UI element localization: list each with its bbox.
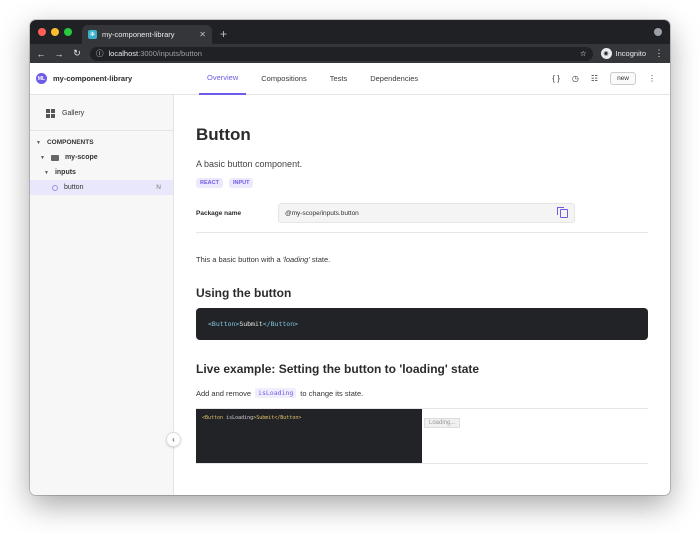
scope-icon xyxy=(50,154,59,161)
info-icon[interactable]: ⓘ xyxy=(96,48,104,59)
live-suffix: to change its state. xyxy=(300,388,364,398)
app-header: ML my-component-library Overview Composi… xyxy=(30,63,670,95)
browser-tabbar: ✻ my-component-library ✕ + xyxy=(30,20,670,44)
snippet-rest: >Submit</Button> xyxy=(253,415,302,421)
window-controls xyxy=(38,20,72,44)
code-block: <Button> Submit </Button> xyxy=(196,308,648,340)
snippet-attr: isLoading xyxy=(226,415,254,421)
caret-down-icon: ▼ xyxy=(36,139,41,146)
collapse-sidebar-button[interactable]: ‹ xyxy=(166,432,181,447)
gallery-icon xyxy=(46,109,55,118)
sidebar-item-gallery[interactable]: Gallery xyxy=(30,105,173,122)
sidebar-item-scope[interactable]: ▼ my-scope xyxy=(30,150,173,165)
tab-dependencies[interactable]: Dependencies xyxy=(362,63,426,95)
sidebar-section-label: COMPONENTS xyxy=(46,139,94,146)
close-window-button[interactable] xyxy=(38,28,46,36)
maximize-window-button[interactable] xyxy=(64,28,72,36)
browser-menu-icon[interactable]: ⋮ xyxy=(654,48,664,59)
label-react[interactable]: REACT xyxy=(196,178,223,188)
caret-down-icon: ▼ xyxy=(44,169,49,176)
tab-overview[interactable]: Overview xyxy=(199,63,247,95)
inline-code: isLoading xyxy=(255,388,297,398)
component-icon xyxy=(52,184,58,191)
code-open-tag: <Button> xyxy=(208,320,240,328)
forward-icon[interactable]: → xyxy=(54,49,64,59)
scope-avatar: ML xyxy=(36,73,47,84)
app-body: Gallery ▼ COMPONENTS ▼ my-scope ▼ inputs… xyxy=(30,95,670,495)
address-bar: ← → ↻ ⓘ localhost:3000/inputs/button ☆ ◉… xyxy=(30,44,670,63)
live-preview: Loading... xyxy=(422,409,648,463)
intro-emphasis: 'loading' xyxy=(282,255,310,264)
url-path: :3000/inputs/button xyxy=(138,49,202,58)
window-menu-icon[interactable] xyxy=(654,28,662,36)
intro-text: This a basic button with a 'loading' sta… xyxy=(196,255,648,264)
sidebar-item-label: my-scope xyxy=(64,154,98,161)
tab-close-icon[interactable]: ✕ xyxy=(199,30,206,39)
divider xyxy=(30,130,173,131)
top-nav: Overview Compositions Tests Dependencies xyxy=(199,63,433,95)
page-description: A basic button component. xyxy=(196,159,303,169)
new-tab-icon[interactable]: + xyxy=(220,27,227,41)
main-content: ‹ Button A basic button component. REACT… xyxy=(166,95,670,495)
history-icon[interactable]: ◷ xyxy=(572,74,579,83)
label-list: REACT INPUT xyxy=(196,178,648,188)
app-name[interactable]: my-component-library xyxy=(53,74,199,83)
package-label: Package name xyxy=(196,209,242,217)
page-title: Button xyxy=(196,125,251,144)
sidebar-item-button[interactable]: button N xyxy=(30,180,173,195)
bookmark-star-icon[interactable]: ☆ xyxy=(580,49,587,58)
url-input[interactable]: ⓘ localhost:3000/inputs/button ☆ xyxy=(90,46,593,61)
new-badge: N xyxy=(156,184,161,191)
browser-tab[interactable]: ✻ my-component-library ✕ xyxy=(82,25,212,44)
header-actions: { } ◷ ☷ new ⋮ xyxy=(552,72,670,85)
sidebar-item-namespace[interactable]: ▼ inputs xyxy=(30,165,173,180)
code-text: Submit xyxy=(239,320,263,328)
heading-live-example: Live example: Setting the button to 'loa… xyxy=(196,362,480,376)
intro-suffix: state. xyxy=(309,255,331,264)
favicon-icon: ✻ xyxy=(88,30,97,39)
heading-using: Using the button xyxy=(196,286,292,300)
tab-title: my-component-library xyxy=(102,30,175,39)
code-icon[interactable]: { } xyxy=(552,74,560,83)
package-row: Package name @my-scope/inputs.button xyxy=(196,203,648,233)
sidebar-item-label: inputs xyxy=(54,169,76,176)
tab-compositions[interactable]: Compositions xyxy=(253,63,314,95)
live-code-editor[interactable]: <Button isLoading>Submit</Button> xyxy=(196,409,422,463)
code-close-tag: </Button> xyxy=(262,320,299,328)
new-button[interactable]: new xyxy=(610,72,636,85)
split-view-icon[interactable]: ☷ xyxy=(591,74,598,83)
live-prefix: Add and remove xyxy=(196,388,252,398)
sidebar-item-label: button xyxy=(64,184,84,191)
preview-loading-button[interactable]: Loading... xyxy=(424,418,461,428)
snippet-open: <Button xyxy=(202,415,227,421)
tab-tests[interactable]: Tests xyxy=(322,63,356,95)
sidebar-section-components[interactable]: ▼ COMPONENTS xyxy=(30,135,173,150)
incognito-icon: ◉ xyxy=(600,48,612,59)
live-description: Add and remove isLoading to change its s… xyxy=(196,388,648,398)
url-host: localhost xyxy=(108,49,139,58)
back-icon[interactable]: ← xyxy=(36,49,46,59)
minimize-window-button[interactable] xyxy=(51,28,59,36)
more-icon[interactable]: ⋮ xyxy=(648,74,656,83)
sidebar: Gallery ▼ COMPONENTS ▼ my-scope ▼ inputs… xyxy=(30,95,174,495)
reload-icon[interactable]: ↻ xyxy=(72,48,82,59)
browser-window: ✻ my-component-library ✕ + ← → ↻ ⓘ local… xyxy=(30,20,670,495)
caret-down-icon: ▼ xyxy=(40,154,45,161)
incognito-indicator[interactable]: ◉ Incognito xyxy=(600,48,646,59)
label-input[interactable]: INPUT xyxy=(228,178,254,188)
intro-prefix: This a basic button with a xyxy=(196,255,283,264)
copy-icon[interactable] xyxy=(557,206,568,218)
live-playground: <Button isLoading>Submit</Button> Loadin… xyxy=(196,408,648,464)
package-name-box: @my-scope/inputs.button xyxy=(278,203,575,223)
sidebar-item-label: Gallery xyxy=(62,110,85,117)
incognito-label: Incognito xyxy=(615,49,646,58)
package-name: @my-scope/inputs.button xyxy=(285,209,359,217)
